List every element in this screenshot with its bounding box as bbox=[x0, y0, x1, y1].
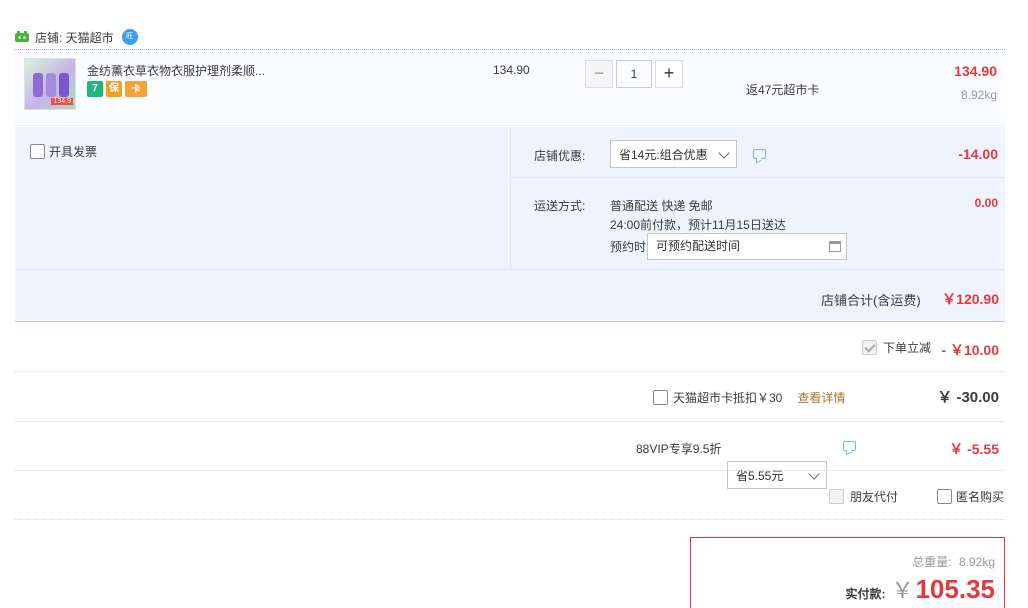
vip-discount-amount: ￥ -5.55 bbox=[949, 441, 999, 457]
product-thumbnail[interactable]: 134.9 bbox=[24, 58, 76, 110]
payment-summary-box: 总重量: 8.92kg 实付款: ￥ 105.35 bbox=[690, 537, 1005, 608]
shop-header: 店铺: 天猫超市 旺 bbox=[15, 26, 138, 48]
friend-pay-label: 朋友代付 bbox=[850, 490, 899, 504]
tmall-shop-icon bbox=[15, 31, 29, 42]
shop-total-amount: ￥120.90 bbox=[942, 291, 999, 307]
divider bbox=[15, 371, 1005, 372]
guarantee-icon[interactable]: 保 bbox=[106, 81, 122, 97]
schedule-time-placeholder: 可预约配送时间 bbox=[656, 239, 741, 253]
friend-pay-checkbox bbox=[829, 489, 844, 504]
anonymous-checkbox[interactable] bbox=[937, 489, 952, 504]
shipping-method: 普通配送 快递 免邮 bbox=[610, 199, 713, 213]
supermarket-card-option[interactable]: 天猫超市卡抵扣￥30 查看详情 bbox=[653, 389, 845, 406]
instant-discount-option: 下单立减 bbox=[862, 339, 931, 356]
rebate-text: 返47元超市卡 bbox=[746, 83, 820, 97]
vip-discount-select[interactable]: 省5.55元 bbox=[727, 461, 827, 489]
card-icon[interactable]: 卡 bbox=[125, 81, 147, 97]
actual-payment-amount: 105.35 bbox=[915, 574, 995, 604]
shop-discount-select[interactable]: 省14元:组合优惠 bbox=[610, 140, 737, 168]
calendar-icon[interactable] bbox=[829, 241, 841, 252]
invoice-option[interactable]: 开具发票 bbox=[30, 143, 97, 160]
thumbnail-price-tag: 134.9 bbox=[51, 98, 73, 105]
total-weight-value: 8.92kg bbox=[958, 555, 995, 569]
vip-discount-label: 88VIP专享9.5折 bbox=[636, 442, 722, 456]
item-subtotal: 134.90 bbox=[954, 63, 997, 79]
shop-name[interactable]: 店铺: 天猫超市 bbox=[35, 29, 114, 46]
invoice-label: 开具发票 bbox=[49, 145, 98, 159]
shop-discount-amount: -14.00 bbox=[958, 146, 998, 162]
friend-pay-option: 朋友代付 bbox=[829, 488, 898, 505]
shop-total-label: 店铺合计(含运费) bbox=[821, 293, 921, 308]
wangwang-chat-icon[interactable]: 旺 bbox=[121, 29, 138, 45]
shipping-label: 运送方式: bbox=[534, 199, 586, 213]
view-details-link[interactable]: 查看详情 bbox=[797, 389, 845, 406]
divider bbox=[15, 421, 1005, 422]
total-weight: 总重量: 8.92kg bbox=[912, 553, 995, 570]
shop-discount-label: 店铺优惠: bbox=[534, 149, 586, 163]
unit-price: 134.90 bbox=[493, 63, 530, 77]
divider bbox=[15, 519, 1005, 520]
quantity-stepper: − 1 + bbox=[585, 60, 683, 88]
increase-quantity-button[interactable]: + bbox=[655, 60, 683, 88]
anonymous-label: 匿名购买 bbox=[956, 490, 1005, 504]
anonymous-option[interactable]: 匿名购买 bbox=[937, 488, 1004, 505]
supermarket-card-amount: ￥ -30.00 bbox=[937, 389, 999, 406]
product-title[interactable]: 金纺薰衣草衣物衣服护理剂柔顺... bbox=[87, 62, 265, 79]
shop-discount-value: 省14元:组合优惠 bbox=[619, 147, 708, 162]
actual-payment: 实付款: ￥ 105.35 bbox=[845, 573, 995, 605]
message-icon[interactable] bbox=[753, 149, 766, 159]
instant-discount-label: 下单立减 bbox=[883, 341, 932, 355]
decrease-quantity-button[interactable]: − bbox=[585, 60, 613, 88]
shipping-amount: 0.00 bbox=[974, 196, 998, 210]
supermarket-card-checkbox[interactable] bbox=[653, 390, 668, 405]
divider bbox=[15, 269, 1005, 270]
supermarket-card-label: 天猫超市卡抵扣￥30 bbox=[673, 391, 783, 405]
invoice-checkbox[interactable] bbox=[30, 144, 45, 159]
seven-day-return-icon[interactable]: 7 bbox=[87, 81, 103, 97]
cart-item-row: 134.9 金纺薰衣草衣物衣服护理剂柔顺... 7 保 卡 134.90 − 1… bbox=[15, 50, 1005, 124]
currency-symbol: ￥ bbox=[891, 578, 914, 603]
message-icon[interactable] bbox=[843, 441, 856, 451]
divider bbox=[15, 470, 1005, 471]
divider bbox=[15, 125, 1005, 126]
shipping-eta: 24:00前付款，预计11月15日送达 bbox=[610, 218, 786, 232]
actual-payment-label: 实付款: bbox=[845, 587, 886, 601]
instant-discount-amount: - ￥10.00 bbox=[941, 342, 999, 358]
item-weight: 8.92kg bbox=[960, 88, 997, 102]
schedule-time-input[interactable]: 可预约配送时间 bbox=[647, 233, 847, 260]
total-weight-label: 总重量: bbox=[912, 555, 952, 569]
chevron-down-icon bbox=[718, 147, 730, 159]
instant-discount-checkbox bbox=[862, 340, 877, 355]
service-badges: 7 保 卡 bbox=[87, 81, 147, 97]
quantity-input[interactable]: 1 bbox=[616, 60, 652, 88]
